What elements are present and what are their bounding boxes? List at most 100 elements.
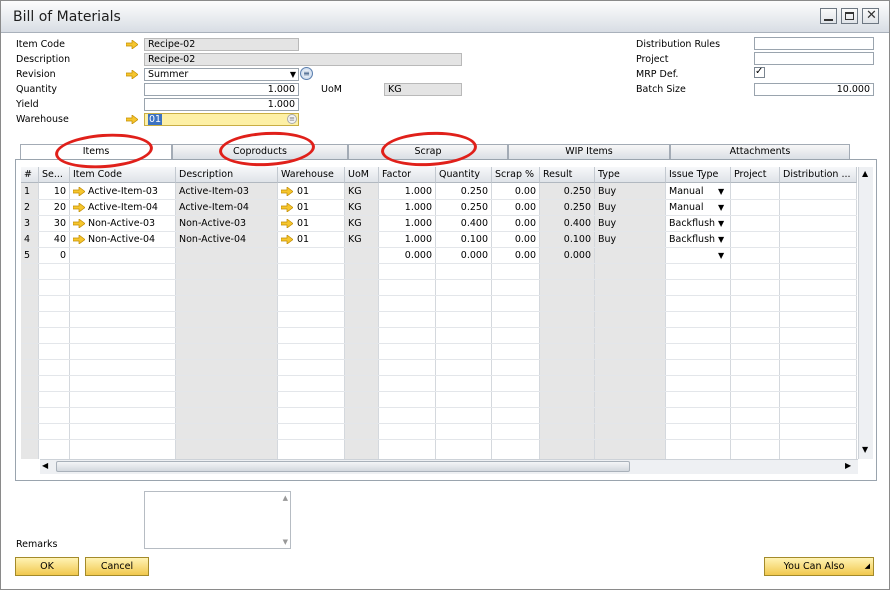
yield-field[interactable]: 1.000 (144, 98, 299, 111)
warehouse-cell[interactable] (297, 248, 345, 263)
item-code-cell[interactable]: Active-Item-04 (88, 200, 176, 215)
seq-cell[interactable]: 0 (39, 248, 70, 263)
factor-cell[interactable]: 0.000 (379, 248, 436, 263)
scroll-right-icon[interactable]: ▶ (845, 461, 851, 470)
tab-scrap[interactable]: Scrap (348, 144, 508, 159)
arrow-right-icon[interactable] (73, 203, 85, 212)
arrow-right-icon[interactable] (73, 187, 85, 196)
arrow-right-icon[interactable] (281, 219, 293, 228)
column-header[interactable]: Scrap % (492, 167, 540, 183)
maximize-button[interactable] (841, 8, 858, 24)
warehouse-field[interactable]: 01 ≡ (144, 113, 299, 126)
issue-type-cell[interactable]: Manual (666, 200, 716, 215)
scroll-up-icon[interactable]: ▲ (862, 169, 868, 178)
table-row[interactable]: 4 40 Non-Active-04 Non-Active-04 01 KG 1… (21, 232, 857, 247)
table-row[interactable]: 2 20 Active-Item-04 Active-Item-04 01 KG… (21, 200, 857, 215)
arrow-right-icon[interactable] (126, 70, 138, 79)
quantity-field[interactable]: 1.000 (144, 83, 299, 96)
seq-cell[interactable]: 30 (39, 216, 70, 231)
arrow-right-icon[interactable] (73, 235, 85, 244)
project-field[interactable] (754, 52, 874, 65)
scrap-cell[interactable]: 0.00 (492, 216, 540, 231)
item-code-cell[interactable]: Non-Active-03 (88, 216, 176, 231)
description-cell[interactable]: Non-Active-04 (176, 232, 278, 247)
quantity-cell[interactable]: 0.100 (436, 232, 492, 247)
description-field[interactable]: Recipe-02 (144, 53, 462, 66)
item-code-cell[interactable] (88, 248, 176, 263)
item-code-field[interactable]: Recipe-02 (144, 38, 299, 51)
column-header[interactable]: UoM (345, 167, 379, 183)
column-header[interactable]: Issue Type (666, 167, 731, 183)
table-row[interactable]: 1 10 Active-Item-03 Active-Item-03 01 KG… (21, 184, 857, 199)
revision-select[interactable]: Summer ▼ (144, 68, 299, 81)
table-row[interactable]: 3 30 Non-Active-03 Non-Active-03 01 KG 1… (21, 216, 857, 231)
factor-cell[interactable]: 1.000 (379, 232, 436, 247)
tab-coproducts[interactable]: Coproducts (172, 144, 348, 159)
ok-button[interactable]: OK (15, 557, 79, 576)
column-header[interactable]: Distribution ... (780, 167, 857, 183)
chevron-down-icon[interactable]: ▼ (718, 248, 724, 263)
factor-cell[interactable]: 1.000 (379, 200, 436, 215)
quantity-cell[interactable]: 0.250 (436, 184, 492, 199)
warehouse-cell[interactable]: 01 (297, 232, 345, 247)
description-cell[interactable] (176, 248, 278, 263)
column-header[interactable]: Se... (39, 167, 70, 183)
scrap-cell[interactable]: 0.00 (492, 184, 540, 199)
arrow-right-icon[interactable] (126, 115, 138, 124)
cancel-button[interactable]: Cancel (85, 557, 149, 576)
scroll-left-icon[interactable]: ◀ (42, 461, 48, 470)
uom-field[interactable]: KG (384, 83, 462, 96)
column-header[interactable]: Warehouse (278, 167, 345, 183)
issue-type-cell[interactable] (666, 248, 716, 263)
seq-cell[interactable]: 20 (39, 200, 70, 215)
scroll-down-icon[interactable]: ▼ (283, 538, 288, 546)
column-header[interactable]: Item Code (70, 167, 176, 183)
list-icon[interactable]: ≡ (300, 67, 313, 80)
close-button[interactable]: ✕ (862, 8, 879, 24)
scroll-up-icon[interactable]: ▲ (283, 494, 288, 502)
arrow-right-icon[interactable] (126, 40, 138, 49)
chevron-down-icon[interactable]: ▼ (718, 200, 724, 215)
description-cell[interactable]: Non-Active-03 (176, 216, 278, 231)
chevron-down-icon[interactable]: ▼ (718, 184, 724, 199)
column-header[interactable]: # (21, 167, 39, 183)
factor-cell[interactable]: 1.000 (379, 216, 436, 231)
column-header[interactable]: Result (540, 167, 595, 183)
quantity-cell[interactable]: 0.000 (436, 248, 492, 263)
arrow-right-icon[interactable] (281, 187, 293, 196)
tab-wip-items[interactable]: WIP Items (508, 144, 670, 159)
warehouse-cell[interactable]: 01 (297, 184, 345, 199)
factor-cell[interactable]: 1.000 (379, 184, 436, 199)
column-header[interactable]: Type (595, 167, 666, 183)
minimize-button[interactable] (820, 8, 837, 24)
issue-type-cell[interactable]: Backflush (666, 232, 716, 247)
scroll-thumb[interactable] (56, 461, 630, 472)
chevron-down-icon[interactable]: ▼ (718, 232, 724, 247)
chevron-down-icon[interactable]: ▼ (718, 216, 724, 231)
arrow-right-icon[interactable] (281, 203, 293, 212)
scroll-down-icon[interactable]: ▼ (862, 445, 868, 454)
mrp-def-checkbox[interactable]: ✓ (754, 66, 765, 78)
arrow-right-icon[interactable] (281, 235, 293, 244)
scrap-cell[interactable]: 0.00 (492, 232, 540, 247)
seq-cell[interactable]: 40 (39, 232, 70, 247)
vertical-scrollbar[interactable]: ▲ ▼ (858, 167, 873, 459)
item-code-cell[interactable]: Non-Active-04 (88, 232, 176, 247)
you-can-also-button[interactable]: You Can Also ◢ (764, 557, 874, 576)
tab-attachments[interactable]: Attachments (670, 144, 850, 159)
warehouse-cell[interactable]: 01 (297, 216, 345, 231)
column-header[interactable]: Project (731, 167, 780, 183)
column-header[interactable]: Factor (379, 167, 436, 183)
scrap-cell[interactable]: 0.00 (492, 248, 540, 263)
seq-cell[interactable]: 10 (39, 184, 70, 199)
remarks-textarea[interactable]: ▲ ▼ (144, 491, 291, 549)
arrow-right-icon[interactable] (73, 219, 85, 228)
issue-type-cell[interactable]: Manual (666, 184, 716, 199)
description-cell[interactable]: Active-Item-03 (176, 184, 278, 199)
warehouse-cell[interactable]: 01 (297, 200, 345, 215)
quantity-cell[interactable]: 0.250 (436, 200, 492, 215)
column-header[interactable]: Quantity (436, 167, 492, 183)
batch-size-field[interactable]: 10.000 (754, 83, 874, 96)
horizontal-scrollbar[interactable]: ◀ ▶ (40, 459, 858, 474)
issue-type-cell[interactable]: Backflush (666, 216, 716, 231)
